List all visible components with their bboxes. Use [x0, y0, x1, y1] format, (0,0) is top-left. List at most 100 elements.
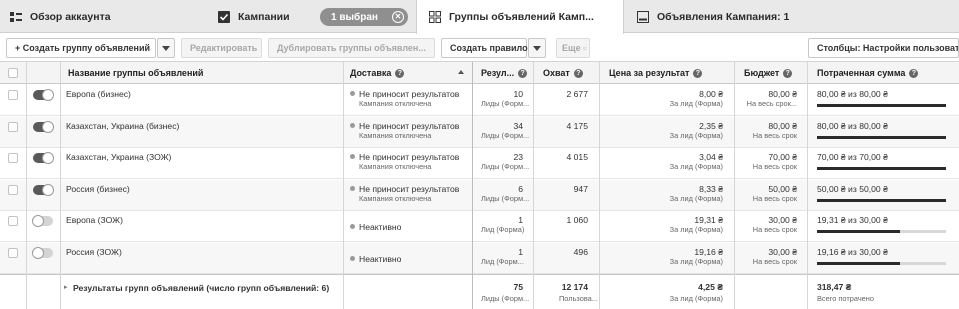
adset-name[interactable]: Европа (ЗОЖ): [66, 215, 123, 225]
col-header-spent[interactable]: Потраченная сумма?: [817, 62, 919, 84]
spend-progress-bar: [817, 261, 946, 265]
spend-progress-fill: [817, 135, 946, 139]
chevron-down-icon: [162, 45, 170, 51]
table-row[interactable]: Европа (бизнес) Не приносит результатов Ка…: [0, 85, 959, 116]
delivery-status-sub: Кампания отключена: [359, 162, 432, 171]
columns-selector[interactable]: Столбцы: Настройки пользовател: [808, 38, 959, 58]
delivery-status-label: Не приносит результатов: [359, 89, 460, 99]
row-checkbox[interactable]: [8, 90, 18, 100]
row-checkbox[interactable]: [8, 184, 18, 195]
more-button[interactable]: Еще ▫: [556, 38, 590, 58]
reach-value: 947: [573, 183, 588, 194]
budget-sub: На весь срок: [752, 193, 797, 203]
table-summary-row: ▸ Результаты групп объявлений (число гру…: [0, 274, 959, 309]
summary-cost: 4,25 ₴: [698, 282, 723, 292]
summary-reach-sub: Пользова...: [559, 294, 598, 303]
adset-name[interactable]: Европа (бизнес): [66, 89, 131, 99]
reach-value: 4 175: [566, 120, 588, 131]
spend-progress-bar: [817, 230, 946, 233]
delivery-status: Не приносит результатов: [350, 152, 459, 162]
col-header-cost[interactable]: Цена за результат?: [609, 62, 703, 84]
col-header-cost-label: Цена за результат: [609, 68, 690, 78]
toggle-knob: [42, 183, 54, 196]
budget-sub: На весь срок: [752, 130, 797, 140]
clear-selection-icon[interactable]: ✕: [392, 11, 404, 23]
adset-toggle[interactable]: [33, 120, 54, 133]
summary-spent-sub: Всего потрачено: [817, 294, 874, 303]
table-header: Название группы объявлений Доставка? Рез…: [0, 62, 959, 84]
adset-name[interactable]: Казахстан, Украина (бизнес): [66, 121, 179, 131]
adset-toggle[interactable]: [33, 89, 54, 101]
info-icon[interactable]: ?: [783, 68, 793, 78]
info-icon[interactable]: ?: [518, 68, 528, 78]
tab-account-overview[interactable]: Обзор аккаунта: [10, 0, 111, 33]
col-header-reach[interactable]: Охват?: [543, 62, 583, 84]
column-divider: [807, 62, 808, 309]
adset-toggle[interactable]: [32, 215, 53, 227]
create-rule-dropdown[interactable]: [528, 38, 546, 58]
edit-button[interactable]: Редактировать: [181, 38, 262, 58]
spend-progress-fill: [817, 261, 900, 265]
tab-bar: Обзор аккаунта Кампании 1 выбран ✕ Групп…: [0, 0, 959, 34]
toggle-knob: [32, 246, 44, 259]
budget-value: 50,00 ₴: [768, 183, 797, 194]
adset-toggle[interactable]: [32, 246, 53, 259]
expand-summary-icon[interactable]: ▸: [64, 283, 68, 291]
info-icon[interactable]: ?: [573, 68, 583, 78]
cost-value: 19,31 ₴: [694, 215, 723, 225]
column-divider: [599, 62, 600, 309]
col-header-results-label: Резул...: [481, 68, 515, 78]
spend-progress-fill: [817, 198, 946, 202]
row-checkbox[interactable]: [8, 247, 18, 258]
table-row[interactable]: Европа (ЗОЖ) Неактивно 1 Лид (Форма) 1 060 19…: [0, 211, 959, 242]
toggle-knob: [42, 120, 54, 133]
tab-account-overview-label: Обзор аккаунта: [30, 10, 111, 23]
delivery-status-label: Неактивно: [359, 253, 402, 264]
results-sub: Лид (Форма): [481, 225, 525, 234]
tab-campaigns[interactable]: Кампании: [218, 0, 290, 33]
col-header-reach-label: Охват: [543, 68, 570, 78]
info-icon[interactable]: ?: [395, 68, 405, 78]
row-checkbox[interactable]: [8, 216, 18, 226]
col-header-results[interactable]: Резул...?: [481, 62, 528, 84]
budget-sub: На весь срок: [752, 225, 797, 234]
table-row[interactable]: Казахстан, Украина (бизнес) Не приносит р…: [0, 116, 959, 148]
results-value: 34: [513, 120, 523, 131]
adset-name[interactable]: Россия (бизнес): [66, 184, 130, 194]
table-row[interactable]: Россия (бизнес) Не приносит результатов Ка…: [0, 179, 959, 211]
account-overview-icon: [10, 11, 22, 23]
col-header-budget[interactable]: Бюджет?: [744, 62, 793, 84]
table-row[interactable]: Казахстан, Украина (ЗОЖ) Не приносит резу…: [0, 148, 959, 179]
tab-adsets-label: Группы объявлений Камп...: [449, 11, 594, 23]
budget-value: 80,00 ₴: [768, 89, 797, 99]
status-dot-icon: [350, 185, 355, 191]
row-checkbox[interactable]: [8, 121, 18, 132]
duplicate-button[interactable]: Дублировать группы объявлен...: [268, 38, 435, 58]
adset-name[interactable]: Россия (ЗОЖ): [66, 247, 122, 257]
delivery-status-label: Не приносит результатов: [359, 152, 460, 162]
select-all-checkbox[interactable]: [8, 68, 18, 78]
adset-toggle[interactable]: [33, 183, 54, 196]
cost-value: 19,16 ₴: [694, 246, 723, 257]
create-rule-button[interactable]: Создать правило: [441, 38, 528, 58]
adset-name[interactable]: Казахстан, Украина (ЗОЖ): [66, 152, 171, 162]
cost-value: 3,04 ₴: [699, 152, 723, 162]
tab-adsets[interactable]: Группы объявлений Камп...: [416, 0, 624, 34]
selected-count-pill[interactable]: 1 выбран ✕: [320, 8, 408, 26]
adset-toggle[interactable]: [33, 152, 54, 164]
info-icon[interactable]: ?: [693, 68, 703, 78]
campaign-checkbox-icon: [218, 10, 230, 23]
cost-sub: За лид (Форма): [669, 225, 723, 234]
results-sub: Лиды (Форм...: [481, 130, 530, 140]
col-header-delivery[interactable]: Доставка?: [350, 62, 468, 84]
create-adset-dropdown[interactable]: [157, 38, 175, 58]
col-header-name[interactable]: Название группы объявлений: [68, 62, 203, 84]
table-row[interactable]: Россия (ЗОЖ) Неактивно 1 Лид (Форм... 496 19,…: [0, 242, 959, 274]
results-value: 23: [513, 152, 523, 162]
tab-ads[interactable]: Объявления Кампания: 1: [637, 0, 789, 33]
status-dot-icon: [350, 255, 355, 261]
spent-value: 70,00 ₴ из 70,00 ₴: [817, 152, 888, 162]
create-adset-button[interactable]: + Создать группу объявлений: [6, 38, 156, 58]
info-icon[interactable]: ?: [909, 68, 919, 78]
row-checkbox[interactable]: [8, 153, 18, 163]
